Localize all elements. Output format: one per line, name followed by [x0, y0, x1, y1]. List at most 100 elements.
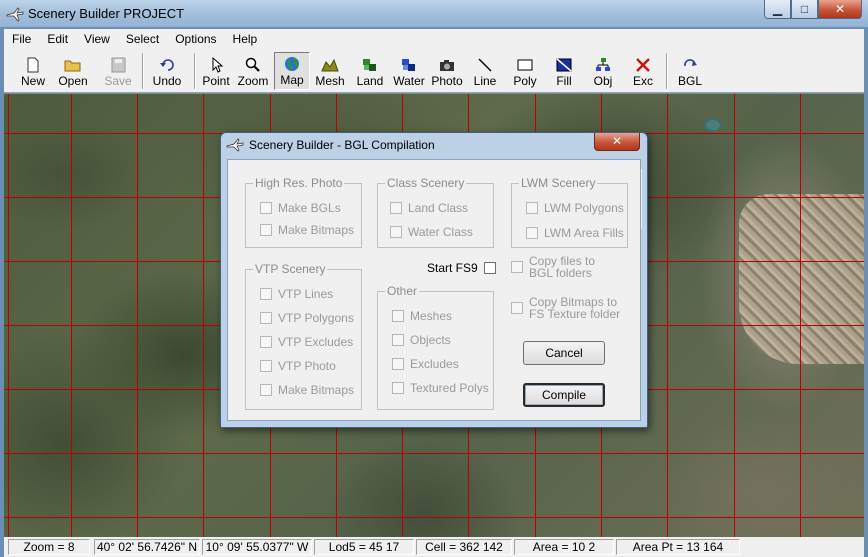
- vtp-excludes-checkbox[interactable]: VTP Excludes: [260, 335, 353, 349]
- new-button[interactable]: New: [18, 52, 48, 90]
- minimize-icon: ▁: [772, 2, 783, 16]
- map-button[interactable]: Map: [274, 52, 310, 90]
- checkbox-box: [392, 358, 404, 370]
- line-button[interactable]: Line: [470, 52, 500, 90]
- land-class-checkbox[interactable]: Land Class: [390, 201, 468, 215]
- map-lake: [704, 118, 722, 132]
- lwm-area-fills-label: LWM Area Fills: [544, 226, 624, 240]
- meshes-checkbox[interactable]: Meshes: [392, 309, 452, 323]
- dialog-close-button[interactable]: ✕: [594, 133, 640, 151]
- mesh-label: Mesh: [315, 74, 345, 88]
- checkbox-box: [260, 384, 272, 396]
- checkbox-box: [260, 224, 272, 236]
- land-button[interactable]: Land: [353, 52, 387, 90]
- dialog-title-bar[interactable]: Scenery Builder - BGL Compilation ✕: [221, 133, 647, 157]
- fill-label: Fill: [556, 74, 572, 88]
- exc-button[interactable]: Exc: [628, 52, 658, 90]
- airplane-app-icon: [6, 7, 24, 22]
- lwm-area-fills-checkbox[interactable]: LWM Area Fills: [526, 226, 624, 240]
- globe-icon: [285, 57, 299, 71]
- copy-bitmaps-label: Copy Bitmaps to FS Texture folder: [529, 295, 621, 321]
- checkbox-box: [526, 227, 538, 239]
- checkbox-box: [260, 360, 272, 372]
- zoom-button[interactable]: Zoom: [235, 52, 271, 90]
- status-zoom: Zoom = 8: [8, 539, 90, 555]
- photo-button[interactable]: Photo: [429, 52, 465, 90]
- checkbox-box: [483, 262, 496, 274]
- maximize-button[interactable]: □: [791, 0, 818, 19]
- vtp-make-bitmaps-checkbox[interactable]: Make Bitmaps: [260, 383, 354, 397]
- dialog-title: Scenery Builder - BGL Compilation: [249, 138, 435, 152]
- menu-file[interactable]: File: [4, 32, 39, 46]
- fill-icon: [556, 58, 572, 72]
- compile-button[interactable]: Compile: [523, 383, 605, 407]
- lwm-polygons-checkbox[interactable]: LWM Polygons: [526, 201, 624, 215]
- textured-polys-checkbox[interactable]: Textured Polys: [392, 381, 489, 395]
- objects-checkbox[interactable]: Objects: [392, 333, 451, 347]
- make-bgls-label: Make BGLs: [278, 201, 341, 215]
- copy-files-checkbox[interactable]: Copy files to BGL folders: [511, 255, 611, 279]
- start-fs9-checkbox[interactable]: Start FS9: [427, 261, 496, 275]
- copy-bitmaps-checkbox[interactable]: Copy Bitmaps to FS Texture folder: [511, 296, 623, 320]
- checkbox-box: [260, 202, 272, 214]
- menu-edit[interactable]: Edit: [39, 32, 76, 46]
- menu-view[interactable]: View: [76, 32, 118, 46]
- undo-label: Undo: [152, 74, 182, 88]
- menu-options[interactable]: Options: [167, 32, 224, 46]
- bgl-button[interactable]: BGL: [674, 52, 706, 90]
- vtp-polygons-checkbox[interactable]: VTP Polygons: [260, 311, 354, 325]
- checkbox-box: [260, 312, 272, 324]
- checkbox-box: [392, 310, 404, 322]
- minimize-button[interactable]: ▁: [764, 0, 791, 19]
- land-label: Land: [356, 74, 384, 88]
- open-button[interactable]: Open: [56, 52, 90, 90]
- undo-arrow-icon: [160, 59, 174, 71]
- maximize-icon: □: [800, 2, 809, 16]
- make-bgls-checkbox[interactable]: Make BGLs: [260, 201, 341, 215]
- status-area-pt: Area Pt = 13 164: [616, 539, 740, 555]
- save-label: Save: [104, 74, 132, 88]
- checkbox-box: [390, 202, 402, 214]
- vtp-lines-checkbox[interactable]: VTP Lines: [260, 287, 333, 301]
- polygon-icon: [517, 59, 533, 71]
- water-blocks-icon: [402, 59, 415, 71]
- close-icon: ✕: [611, 134, 623, 148]
- group-lwm-scenery: LWM Scenery LWM Polygons LWM Area Fills: [511, 176, 628, 248]
- obj-button[interactable]: Obj: [588, 52, 618, 90]
- title-bar: Scenery Builder PROJECT ▁ □ ✕: [0, 0, 868, 28]
- point-button[interactable]: Point: [198, 52, 234, 90]
- toolbar: New Open Save Undo Point Zoom Map Mesh L…: [4, 49, 864, 93]
- close-icon: ✕: [834, 2, 846, 16]
- checkbox-box: [260, 288, 272, 300]
- status-area: Area = 10 2: [514, 539, 614, 555]
- undo-button[interactable]: Undo: [150, 52, 184, 90]
- pointer-arrow-icon: [212, 57, 224, 73]
- line-label: Line: [473, 74, 497, 88]
- menu-select[interactable]: Select: [118, 32, 167, 46]
- make-bitmaps-label: Make Bitmaps: [278, 223, 355, 237]
- water-label: Water: [393, 74, 425, 88]
- water-button[interactable]: Water: [391, 52, 427, 90]
- save-button[interactable]: Save: [104, 52, 132, 90]
- group-label-vtp-scenery: VTP Scenery: [253, 262, 328, 276]
- group-vtp-scenery: VTP Scenery VTP Lines VTP Polygons VTP E…: [245, 262, 362, 410]
- vtp-excludes-label: VTP Excludes: [278, 335, 354, 349]
- save-disk-icon: [111, 57, 126, 73]
- make-bitmaps-checkbox[interactable]: Make Bitmaps: [260, 223, 354, 237]
- close-window-button[interactable]: ✕: [818, 0, 862, 19]
- vtp-photo-label: VTP Photo: [278, 359, 336, 373]
- excludes-checkbox[interactable]: Excludes: [392, 357, 459, 371]
- line-icon: [478, 58, 492, 72]
- bgl-compile-icon: [684, 59, 697, 67]
- water-class-checkbox[interactable]: Water Class: [390, 225, 473, 239]
- fill-button[interactable]: Fill: [549, 52, 579, 90]
- new-file-icon: [27, 57, 39, 73]
- mesh-button[interactable]: Mesh: [312, 52, 348, 90]
- open-label: Open: [58, 74, 88, 88]
- copy-files-label: Copy files to BGL folders: [529, 254, 596, 280]
- vtp-photo-checkbox[interactable]: VTP Photo: [260, 359, 336, 373]
- poly-button[interactable]: Poly: [508, 52, 542, 90]
- cancel-button[interactable]: Cancel: [523, 341, 605, 365]
- menu-help[interactable]: Help: [225, 32, 266, 46]
- photo-label: Photo: [431, 74, 463, 88]
